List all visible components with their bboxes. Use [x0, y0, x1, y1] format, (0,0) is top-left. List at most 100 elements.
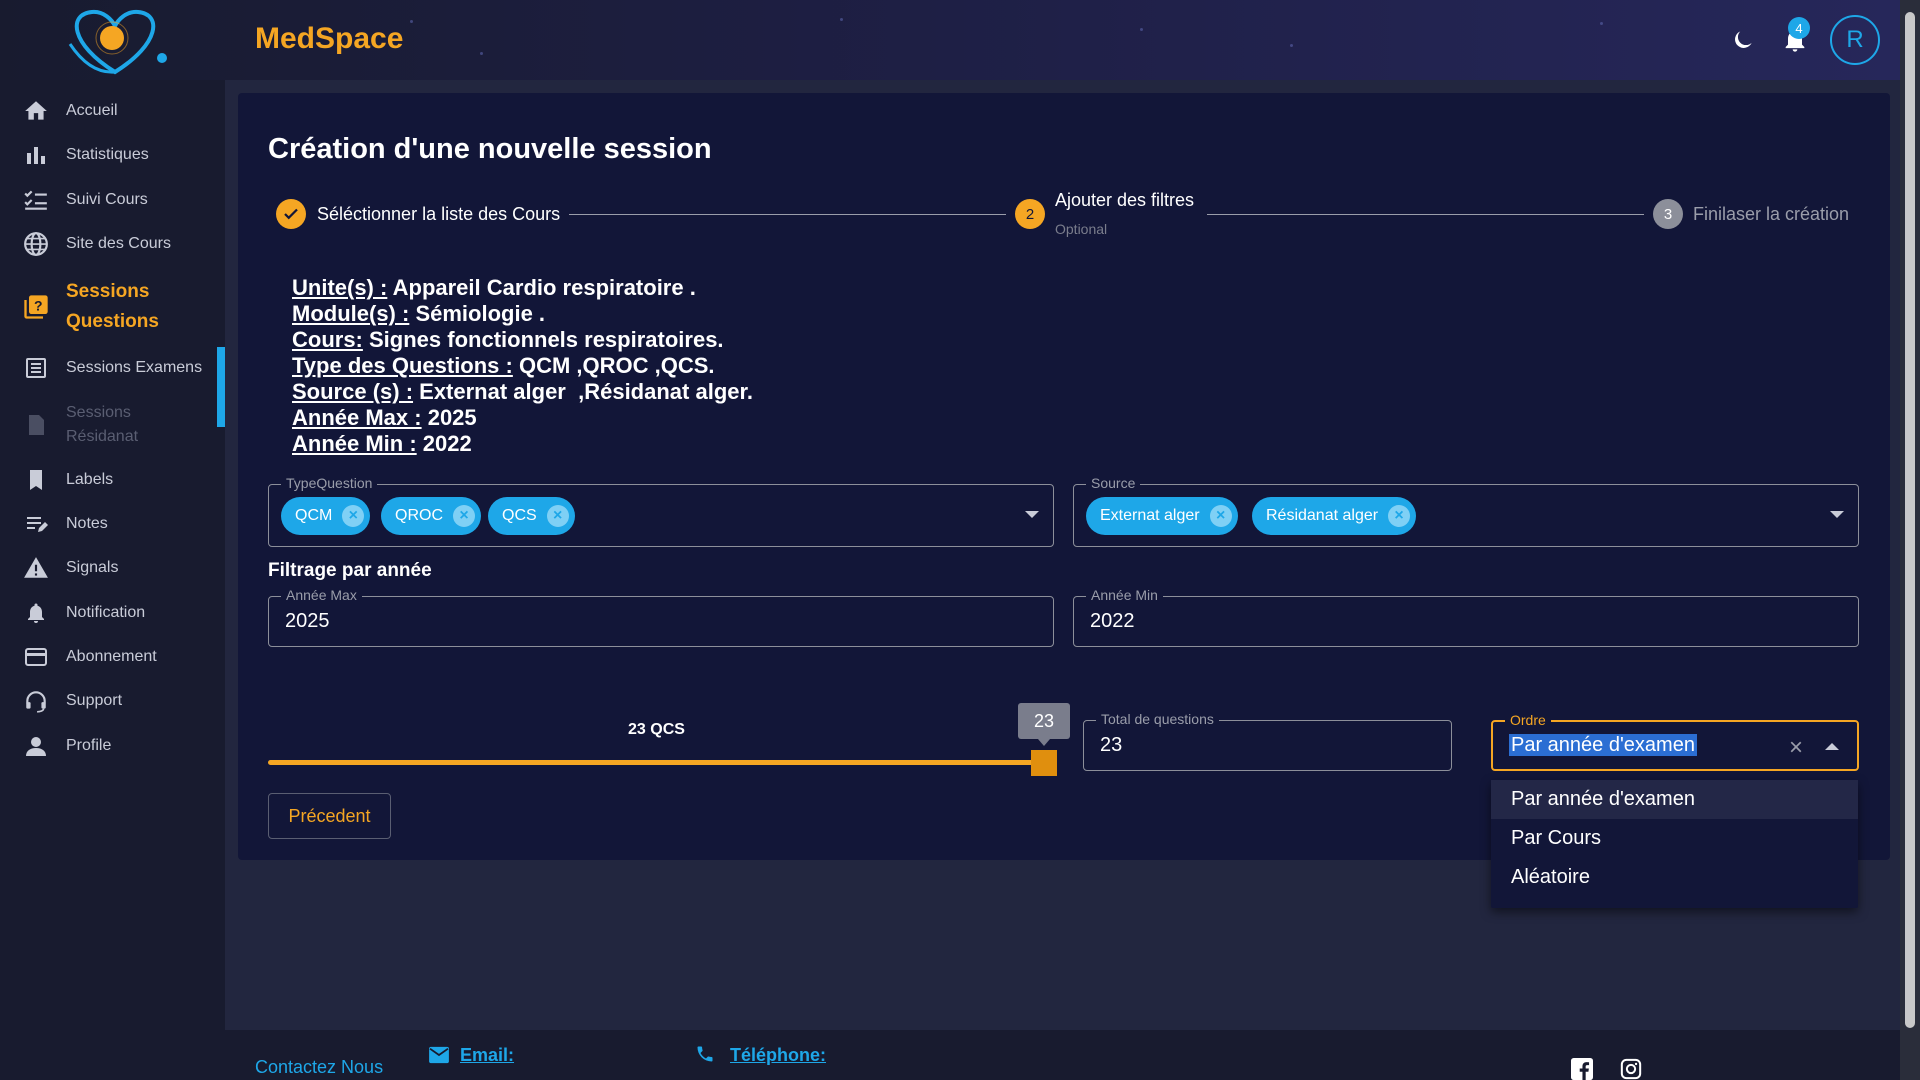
sidebar-item-accueil[interactable]: Accueil — [0, 97, 225, 125]
list-icon — [22, 354, 50, 382]
sidebar-item-statistiques[interactable]: Statistiques — [0, 141, 225, 169]
chip-remove-icon[interactable]: × — [1388, 505, 1411, 527]
email-label[interactable]: Email: — [460, 1045, 514, 1066]
slider-thumb[interactable] — [1031, 750, 1057, 776]
sidebar: Accueil Statistiques Suivi Cours Site de… — [0, 80, 225, 1080]
type-question-label: TypeQuestion — [281, 475, 378, 491]
sidebar-item-abonnement[interactable]: Abonnement — [0, 643, 225, 671]
svg-text:?: ? — [34, 298, 43, 314]
annee-min-field[interactable]: Année Min 2022 — [1073, 587, 1859, 647]
bell-icon — [22, 599, 50, 627]
source-select[interactable]: Source Externat alger × Résidanat alger … — [1073, 475, 1859, 547]
year-filter-heading: Filtrage par année — [268, 560, 432, 581]
avatar[interactable]: R — [1830, 15, 1880, 65]
star-dot — [1140, 28, 1143, 31]
facebook-icon[interactable] — [1570, 1058, 1594, 1080]
quiz-icon: ? — [22, 293, 50, 321]
top-bar: MedSpace 4 R — [0, 0, 1900, 80]
chip-qcs[interactable]: QCS × — [488, 497, 575, 535]
sidebar-item-label: Profile — [66, 737, 112, 754]
page-scrollbar[interactable] — [1900, 0, 1920, 1080]
ordre-option[interactable]: Par Cours — [1491, 819, 1858, 858]
bookmark-icon — [22, 466, 50, 494]
summary-type-questions: Type des Questions : QCM ,QROC ,QCS. — [292, 353, 715, 378]
summary-annee-max: Année Max : 2025 — [292, 405, 477, 430]
annee-max-value[interactable]: 2025 — [285, 610, 330, 633]
home-icon — [22, 97, 50, 125]
annee-max-field[interactable]: Année Max 2025 — [268, 587, 1054, 647]
clear-icon[interactable]: × — [1789, 734, 1803, 762]
chip-qcm[interactable]: QCM × — [281, 497, 371, 535]
sidebar-item-label: Sessions Questions — [66, 281, 159, 332]
sidebar-item-label: Abonnement — [66, 648, 157, 665]
chip-remove-icon[interactable]: × — [453, 505, 475, 527]
notifications-button[interactable]: 4 — [1778, 17, 1812, 57]
moon-icon — [1735, 31, 1752, 48]
step-3-pending: 3 — [1653, 199, 1683, 229]
headset-icon — [22, 687, 50, 715]
chip-qroc[interactable]: QROC × — [381, 497, 481, 535]
email-icon — [429, 1046, 449, 1064]
star-dot — [1290, 44, 1293, 47]
chip-remove-icon[interactable]: × — [1209, 505, 1232, 527]
chevron-down-icon[interactable] — [1830, 511, 1844, 518]
chevron-up-icon[interactable] — [1825, 743, 1839, 750]
step-connector — [569, 214, 1006, 215]
ordre-option[interactable]: Aléatoire — [1491, 858, 1858, 897]
ordre-option[interactable]: Par année d'examen — [1491, 780, 1858, 819]
star-dot — [1600, 22, 1603, 25]
summary-unites: Unite(s) : Appareil Cardio respiratoire … — [292, 275, 696, 300]
step-connector — [1207, 214, 1644, 215]
sidebar-item-signals[interactable]: Signals — [0, 554, 225, 582]
sidebar-item-notes[interactable]: Notes — [0, 510, 225, 538]
footer: Contactez Nous Email: Téléphone: — [225, 1030, 1900, 1080]
type-question-select[interactable]: TypeQuestion QCM × QROC × QCS × — [268, 475, 1054, 547]
total-questions-field[interactable]: Total de questions 23 — [1083, 711, 1452, 771]
sidebar-item-site-des-cours[interactable]: Site des Cours — [0, 230, 225, 258]
star-dot — [480, 52, 483, 55]
chevron-down-icon[interactable] — [1025, 511, 1039, 518]
ordre-select[interactable]: Ordre Par année d'examen × — [1491, 712, 1859, 771]
sidebar-item-label: Suivi Cours — [66, 191, 148, 208]
instagram-icon[interactable] — [1619, 1058, 1643, 1080]
star-dot — [410, 20, 413, 23]
ordre-value: Par année d'examen — [1509, 734, 1697, 756]
warning-icon — [22, 554, 50, 582]
total-questions-label: Total de questions — [1096, 711, 1219, 727]
source-label: Source — [1086, 475, 1141, 491]
chip-externat-alger[interactable]: Externat alger × — [1086, 497, 1238, 535]
sidebar-item-sessions-questions[interactable]: ? Sessions Questions — [0, 277, 225, 337]
total-questions-value[interactable]: 23 — [1100, 734, 1122, 757]
logo[interactable] — [50, 4, 180, 78]
person-icon — [22, 732, 50, 760]
sidebar-item-profile[interactable]: Profile — [0, 732, 225, 760]
sidebar-item-label: Site des Cours — [66, 235, 171, 252]
annee-max-label: Année Max — [281, 587, 362, 603]
chip-remove-icon[interactable]: × — [546, 505, 569, 527]
phone-label[interactable]: Téléphone: — [730, 1045, 826, 1066]
sidebar-item-sessions-examens[interactable]: Sessions Examens — [0, 354, 225, 382]
question-count-slider-track[interactable] — [268, 760, 1043, 765]
contact-us-link[interactable]: Contactez Nous — [255, 1057, 383, 1078]
scrollbar-thumb[interactable] — [1905, 12, 1915, 1028]
sidebar-item-notification[interactable]: Notification — [0, 599, 225, 627]
summary-modules: Module(s) : Sémiologie . — [292, 301, 546, 326]
sidebar-item-label: Labels — [66, 471, 114, 488]
dark-mode-toggle[interactable] — [1726, 23, 1760, 57]
sidebar-item-support[interactable]: Support — [0, 687, 225, 715]
previous-button[interactable]: Précedent — [268, 793, 391, 839]
session-summary: Unite(s) : Appareil Cardio respiratoire … — [292, 275, 753, 457]
sidebar-item-label: Sessions Examens — [66, 359, 203, 376]
credit-card-icon — [22, 643, 50, 671]
heart-stethoscope-logo-icon — [68, 9, 167, 75]
annee-min-value[interactable]: 2022 — [1090, 610, 1135, 633]
chip-residanat-alger[interactable]: Résidanat alger × — [1252, 497, 1417, 535]
page-title: Création d'une nouvelle session — [268, 133, 712, 165]
sidebar-item-suivi-cours[interactable]: Suivi Cours — [0, 186, 225, 214]
ordre-label: Ordre — [1505, 712, 1551, 728]
brand-name[interactable]: MedSpace — [255, 22, 403, 56]
sidebar-item-labels[interactable]: Labels — [0, 466, 225, 494]
chip-remove-icon[interactable]: × — [342, 505, 365, 527]
globe-icon — [22, 230, 50, 258]
note-edit-icon — [22, 510, 50, 538]
